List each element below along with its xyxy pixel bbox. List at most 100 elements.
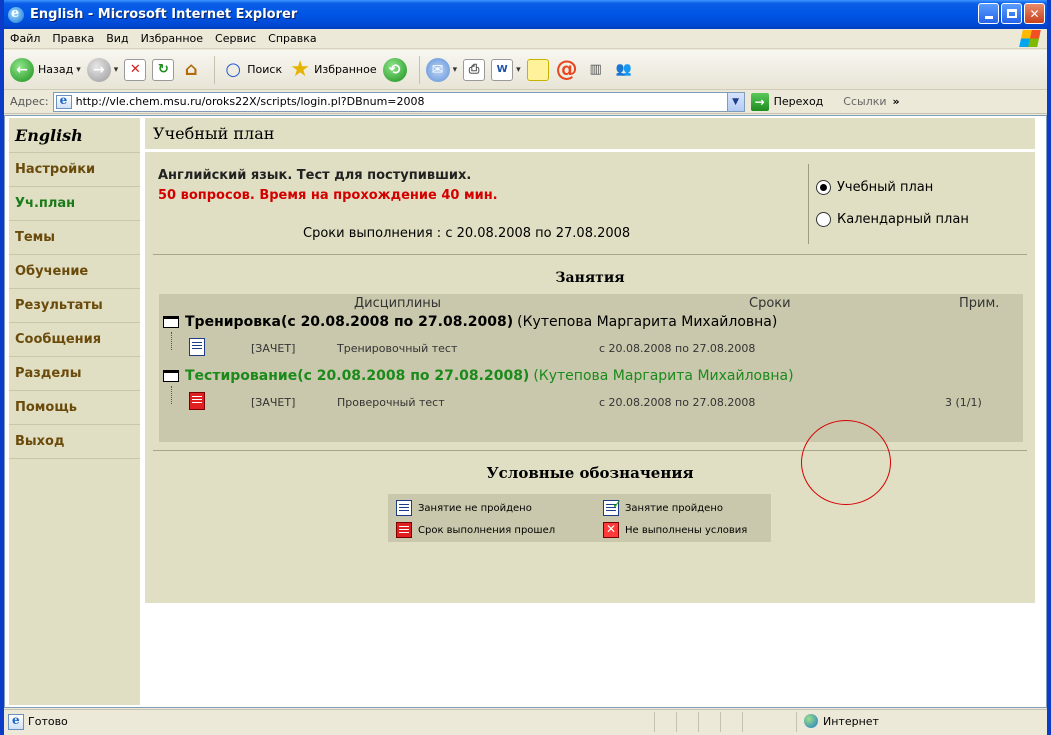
word-icon: W bbox=[491, 58, 514, 81]
not-passed-icon bbox=[396, 500, 412, 516]
row-type: [ЗАЧЕТ] bbox=[251, 396, 296, 409]
close-button[interactable]: ✕ bbox=[1024, 3, 1045, 24]
search-button[interactable]: ○ Поиск bbox=[221, 58, 282, 82]
back-button[interactable]: ← Назад ▾ bbox=[10, 57, 81, 82]
minimize-button[interactable] bbox=[978, 3, 999, 24]
status-segment bbox=[796, 712, 797, 732]
windows-logo-icon bbox=[1019, 30, 1041, 47]
menu-view[interactable]: Вид bbox=[100, 32, 134, 45]
sidebar-item-exit[interactable]: Выход bbox=[9, 424, 140, 458]
group-title: Тестирование(с 20.08.2008 по 27.08.2008) bbox=[185, 368, 530, 384]
highlight-circle bbox=[801, 420, 891, 505]
back-label: Назад bbox=[38, 63, 74, 76]
browser-window: e English - Microsoft Internet Explorer … bbox=[0, 0, 1051, 735]
home-button[interactable]: ⌂ bbox=[180, 59, 202, 81]
legend-item: Не выполнены условия bbox=[603, 522, 747, 538]
ie-icon: e bbox=[8, 6, 24, 23]
not-passed-icon bbox=[189, 338, 205, 356]
chevron-down-icon[interactable]: ▾ bbox=[453, 65, 458, 75]
books-icon: ▥ bbox=[589, 62, 602, 77]
star-icon: ★ bbox=[290, 57, 310, 82]
main-panel: Учебный план Английский язык. Тест для п… bbox=[145, 118, 1035, 603]
menu-edit[interactable]: Правка bbox=[46, 32, 100, 45]
address-bar: Адрес: http://vle.chem.msu.ru/oroks22X/s… bbox=[4, 90, 1047, 114]
sidebar-item-results[interactable]: Результаты bbox=[9, 288, 140, 322]
sidebar-filler bbox=[9, 458, 140, 459]
url-field[interactable]: http://vle.chem.msu.ru/oroks22X/scripts/… bbox=[52, 91, 745, 112]
group-teacher: (Кутепова Маргарита Михайловна) bbox=[533, 368, 794, 384]
legend-item: Занятие пройдено bbox=[603, 497, 723, 516]
column-header-disciplines: Дисциплины bbox=[354, 296, 442, 311]
sidebar-item-settings[interactable]: Настройки bbox=[9, 152, 140, 186]
view-option-plan[interactable]: Учебный план bbox=[816, 180, 933, 195]
discuss-button[interactable] bbox=[526, 58, 549, 81]
favorites-button[interactable]: ★ Избранное bbox=[288, 57, 377, 82]
url-text[interactable]: http://vle.chem.msu.ru/oroks22X/scripts/… bbox=[76, 95, 425, 108]
stop-button[interactable]: ✕ bbox=[124, 58, 147, 81]
menu-favorites[interactable]: Избранное bbox=[135, 32, 209, 45]
contacts-button[interactable]: 👥 bbox=[613, 59, 635, 81]
row-name[interactable]: Проверочный тест bbox=[337, 396, 445, 409]
legend-item: Занятие не пройдено bbox=[396, 500, 532, 516]
zone-text: Интернет bbox=[823, 714, 879, 728]
links-chevron-icon[interactable]: » bbox=[893, 95, 900, 108]
lesson-group[interactable]: Тестирование(с 20.08.2008 по 27.08.2008)… bbox=[163, 368, 794, 384]
chevron-down-icon[interactable]: ▾ bbox=[114, 65, 119, 75]
conditions-failed-icon bbox=[189, 392, 205, 410]
status-segment bbox=[742, 712, 743, 732]
favorites-label: Избранное bbox=[314, 63, 377, 76]
mail-button[interactable]: ✉ ▾ bbox=[425, 57, 458, 82]
table-row[interactable]: [ЗАЧЕТ] Проверочный тест с 20.08.2008 по… bbox=[159, 390, 1023, 414]
maximize-button[interactable] bbox=[1001, 3, 1022, 24]
study-plan-panel: Английский язык. Тест для поступивших. 5… bbox=[153, 158, 1027, 598]
history-button[interactable]: ⟲ bbox=[382, 57, 407, 82]
minimize-icon bbox=[984, 16, 993, 19]
sidebar: English Настройки Уч.план Темы Обучение … bbox=[9, 118, 140, 705]
links-button[interactable]: Ссылки bbox=[843, 95, 886, 108]
radio-selected[interactable] bbox=[816, 180, 831, 195]
table-row[interactable]: [ЗАЧЕТ] Тренировочный тест с 20.08.2008 … bbox=[159, 336, 1023, 360]
row-name[interactable]: Тренировочный тест bbox=[337, 342, 457, 355]
go-arrow-icon[interactable]: → bbox=[750, 92, 769, 111]
edit-button[interactable]: W ▾ bbox=[491, 58, 521, 81]
forward-button[interactable]: → ▾ bbox=[86, 57, 119, 82]
title-bar: e English - Microsoft Internet Explorer … bbox=[4, 0, 1047, 29]
row-type: [ЗАЧЕТ] bbox=[251, 342, 296, 355]
course-deadline: Сроки выполнения : с 20.08.2008 по 27.08… bbox=[303, 226, 631, 241]
page-status-icon bbox=[8, 713, 24, 730]
menu-tools[interactable]: Сервис bbox=[209, 32, 262, 45]
lesson-group[interactable]: Тренировка(с 20.08.2008 по 27.08.2008) (… bbox=[163, 314, 777, 330]
messenger-button[interactable]: @ bbox=[555, 57, 579, 82]
status-segment bbox=[676, 712, 677, 732]
chevron-down-icon[interactable]: ▼ bbox=[726, 92, 744, 111]
sidebar-item-learning[interactable]: Обучение bbox=[9, 254, 140, 288]
back-arrow-icon: ← bbox=[10, 57, 34, 82]
zone-indicator: Интернет bbox=[804, 714, 879, 728]
caption-buttons: ✕ bbox=[978, 3, 1045, 24]
legend: Занятие не пройдено Занятие пройдено Сро… bbox=[388, 494, 771, 542]
print-button[interactable]: ⎙ bbox=[463, 58, 486, 81]
mail-icon: ✉ bbox=[425, 57, 450, 82]
menu-file[interactable]: Файл bbox=[4, 32, 46, 45]
home-icon: ⌂ bbox=[184, 59, 198, 80]
research-button[interactable]: ▥ bbox=[585, 59, 607, 81]
divider bbox=[153, 254, 1027, 255]
radio-unselected[interactable] bbox=[816, 212, 831, 227]
sidebar-item-help[interactable]: Помощь bbox=[9, 390, 140, 424]
address-label: Адрес: bbox=[10, 95, 49, 108]
sidebar-item-messages[interactable]: Сообщения bbox=[9, 322, 140, 356]
menu-help[interactable]: Справка bbox=[262, 32, 322, 45]
legend-title: Условные обозначения bbox=[486, 464, 694, 482]
go-button[interactable]: Переход bbox=[774, 95, 824, 108]
sidebar-item-sections[interactable]: Разделы bbox=[9, 356, 140, 390]
sidebar-item-study-plan[interactable]: Уч.план bbox=[9, 186, 140, 220]
page-content: English Настройки Уч.план Темы Обучение … bbox=[4, 115, 1047, 708]
view-option-calendar[interactable]: Календарный план bbox=[816, 212, 969, 227]
globe-icon bbox=[804, 714, 818, 728]
chevron-down-icon[interactable]: ▾ bbox=[76, 65, 81, 75]
chevron-down-icon[interactable]: ▾ bbox=[516, 65, 521, 75]
note-icon bbox=[526, 58, 549, 81]
sidebar-item-topics[interactable]: Темы bbox=[9, 220, 140, 254]
refresh-button[interactable]: ↻ bbox=[152, 58, 175, 81]
forward-arrow-icon: → bbox=[86, 57, 111, 82]
